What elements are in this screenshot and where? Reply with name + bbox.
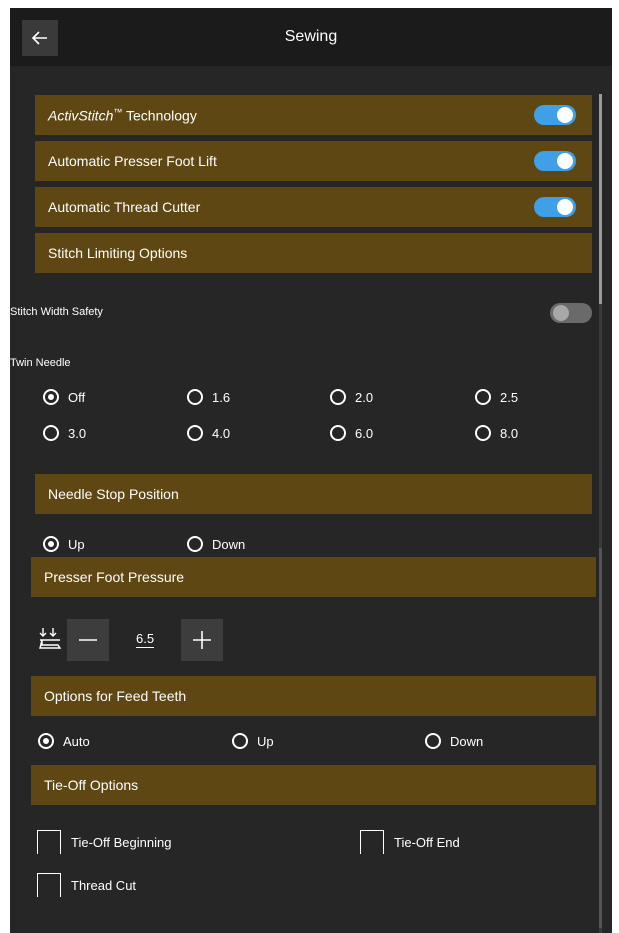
twin-needle-2-0[interactable]: 2.0 (330, 389, 373, 405)
width-safety-toggle[interactable] (550, 303, 592, 323)
twin-needle-2-5[interactable]: 2.5 (475, 389, 518, 405)
thread-cutter-label: Automatic Thread Cutter (48, 199, 201, 215)
feed-teeth-down[interactable]: Down (425, 733, 483, 749)
feed-teeth-up[interactable]: Up (232, 733, 274, 749)
minus-icon (79, 639, 97, 641)
settings-content: ActivStitch™ Technology Automatic Presse… (10, 66, 612, 933)
pressure-value: 6.5 (136, 631, 155, 648)
twin-needle-6-0[interactable]: 6.0 (330, 425, 373, 441)
sewing-window: Sewing ActivStitch™ Technology Automatic… (10, 8, 612, 933)
presser-lift-label: Automatic Presser Foot Lift (48, 153, 217, 169)
presser-lift-row: Automatic Presser Foot Lift (35, 141, 592, 181)
needle-stop-down[interactable]: Down (187, 536, 245, 552)
twin-needle-off[interactable]: Off (43, 389, 85, 405)
activstitch-row: ActivStitch™ Technology (35, 95, 592, 135)
feed-teeth-auto[interactable]: Auto (38, 733, 90, 749)
presser-pressure-label: Presser Foot Pressure (44, 569, 185, 585)
tie-off-label: Tie-Off Options (44, 777, 139, 793)
twin-needle-3-0[interactable]: 3.0 (43, 425, 86, 441)
tie-off-end-checkbox[interactable]: Tie-Off End (360, 830, 460, 854)
title-bar: Sewing (10, 8, 612, 66)
needle-stop-header: Needle Stop Position (35, 474, 592, 514)
thread-cutter-row: Automatic Thread Cutter (35, 187, 592, 227)
thread-cutter-toggle[interactable] (534, 197, 576, 217)
pressure-decrease-button[interactable] (67, 619, 109, 661)
width-safety-label: Stitch Width Safety (10, 306, 103, 318)
presser-lift-toggle[interactable] (534, 151, 576, 171)
activstitch-toggle[interactable] (534, 105, 576, 125)
twin-needle-label: Twin Needle (10, 357, 71, 369)
scrollbar-lower-track[interactable] (599, 548, 602, 928)
twin-needle-1-6[interactable]: 1.6 (187, 389, 230, 405)
feed-teeth-header: Options for Feed Teeth (31, 676, 596, 716)
tie-off-header: Tie-Off Options (31, 765, 596, 805)
presser-pressure-header: Presser Foot Pressure (31, 557, 596, 597)
twin-needle-4-0[interactable]: 4.0 (187, 425, 230, 441)
pressure-increase-button[interactable] (181, 619, 223, 661)
activstitch-label: ActivStitch™ Technology (48, 106, 197, 124)
needle-stop-up[interactable]: Up (43, 536, 85, 552)
scrollbar-thumb[interactable] (599, 94, 602, 304)
stitch-limiting-label: Stitch Limiting Options (48, 245, 188, 261)
window-title: Sewing (284, 28, 338, 45)
plus-icon (193, 631, 211, 649)
presser-foot-icon (39, 628, 62, 649)
thread-cut-checkbox[interactable]: Thread Cut (37, 873, 136, 897)
twin-needle-8-0[interactable]: 8.0 (475, 425, 518, 441)
tie-off-beginning-checkbox[interactable]: Tie-Off Beginning (37, 830, 171, 854)
needle-stop-label: Needle Stop Position (48, 486, 179, 502)
feed-teeth-label: Options for Feed Teeth (44, 688, 187, 704)
stitch-limiting-header: Stitch Limiting Options (35, 233, 592, 273)
